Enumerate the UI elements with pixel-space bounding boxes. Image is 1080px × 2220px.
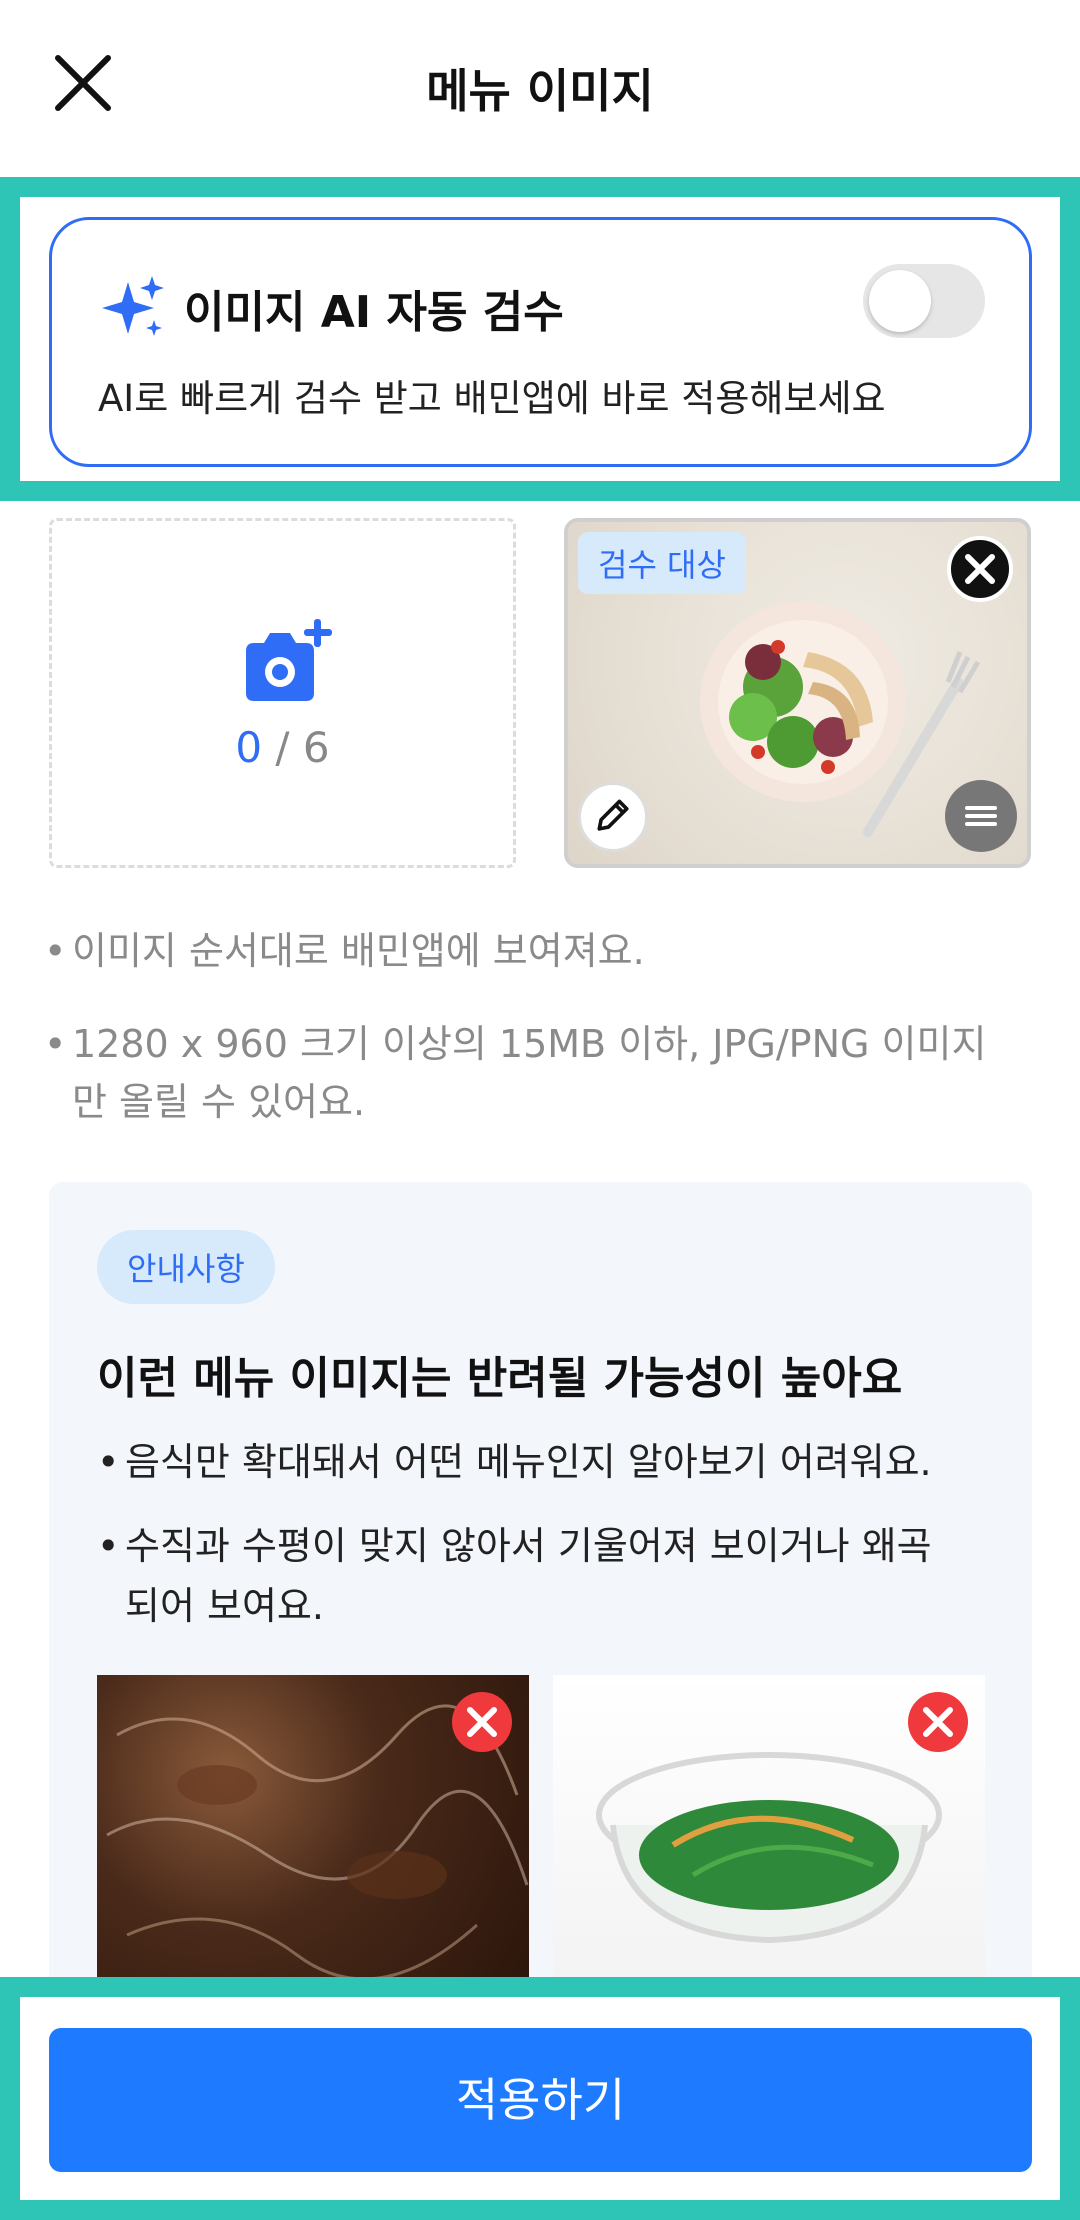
ai-review-description: AI로 빠르게 검수 받고 배민앱에 바로 적용해보세요: [98, 377, 886, 420]
remove-image-icon[interactable]: [947, 536, 1013, 602]
reorder-handle[interactable]: [945, 780, 1017, 852]
guide-item: • 수직과 수평이 맞지 않아서 기울어져 보이거나 왜곡 되어 보여요.: [97, 1524, 932, 1628]
edit-image-button[interactable]: [578, 782, 648, 852]
ai-review-toggle[interactable]: [863, 264, 985, 338]
note-item: • 이미지 순서대로 배민앱에 보여져요.: [44, 929, 645, 973]
ai-review-card: 이미지 AI 자동 검수 AI로 빠르게 검수 받고 배민앱에 바로 적용해보세…: [49, 217, 1032, 467]
drag-handle-icon: [965, 806, 997, 826]
guide-title: 이런 메뉴 이미지는 반려될 가능성이 높아요: [97, 1353, 903, 1404]
header: 메뉴 이미지: [0, 0, 1080, 170]
image-count-current: 0: [235, 723, 263, 772]
toggle-knob: [869, 270, 931, 332]
example-image-zoomed: [97, 1675, 529, 2005]
pencil-icon: [597, 799, 629, 831]
guide-item: • 음식만 확대돼서 어떤 메뉴인지 알아보기 어려워요.: [97, 1440, 932, 1484]
rejected-x-icon: [908, 1692, 968, 1752]
page-title: 메뉴 이미지: [426, 64, 654, 118]
note-item: • 1280 x 960 크기 이상의 15MB 이하, JPG/PNG 이미지 …: [44, 1022, 987, 1124]
image-count: 0 / 6: [52, 723, 513, 772]
uploaded-image-card[interactable]: 검수 대상: [564, 518, 1031, 868]
guide-box: 안내사항 이런 메뉴 이미지는 반려될 가능성이 높아요 • 음식만 확대돼서 어…: [49, 1182, 1032, 2042]
guide-badge: 안내사항: [97, 1230, 275, 1304]
example-image-tilted: [553, 1675, 985, 2005]
ai-review-title: 이미지 AI 자동 검수: [184, 287, 564, 338]
image-count-max: / 6: [275, 723, 330, 772]
review-target-badge: 검수 대상: [578, 532, 746, 594]
add-image-button[interactable]: 0 / 6: [49, 518, 516, 868]
rejected-x-icon: [452, 1692, 512, 1752]
apply-button[interactable]: 적용하기: [49, 2028, 1032, 2172]
camera-add-icon: [246, 619, 332, 701]
sparkle-icon: [102, 276, 164, 336]
